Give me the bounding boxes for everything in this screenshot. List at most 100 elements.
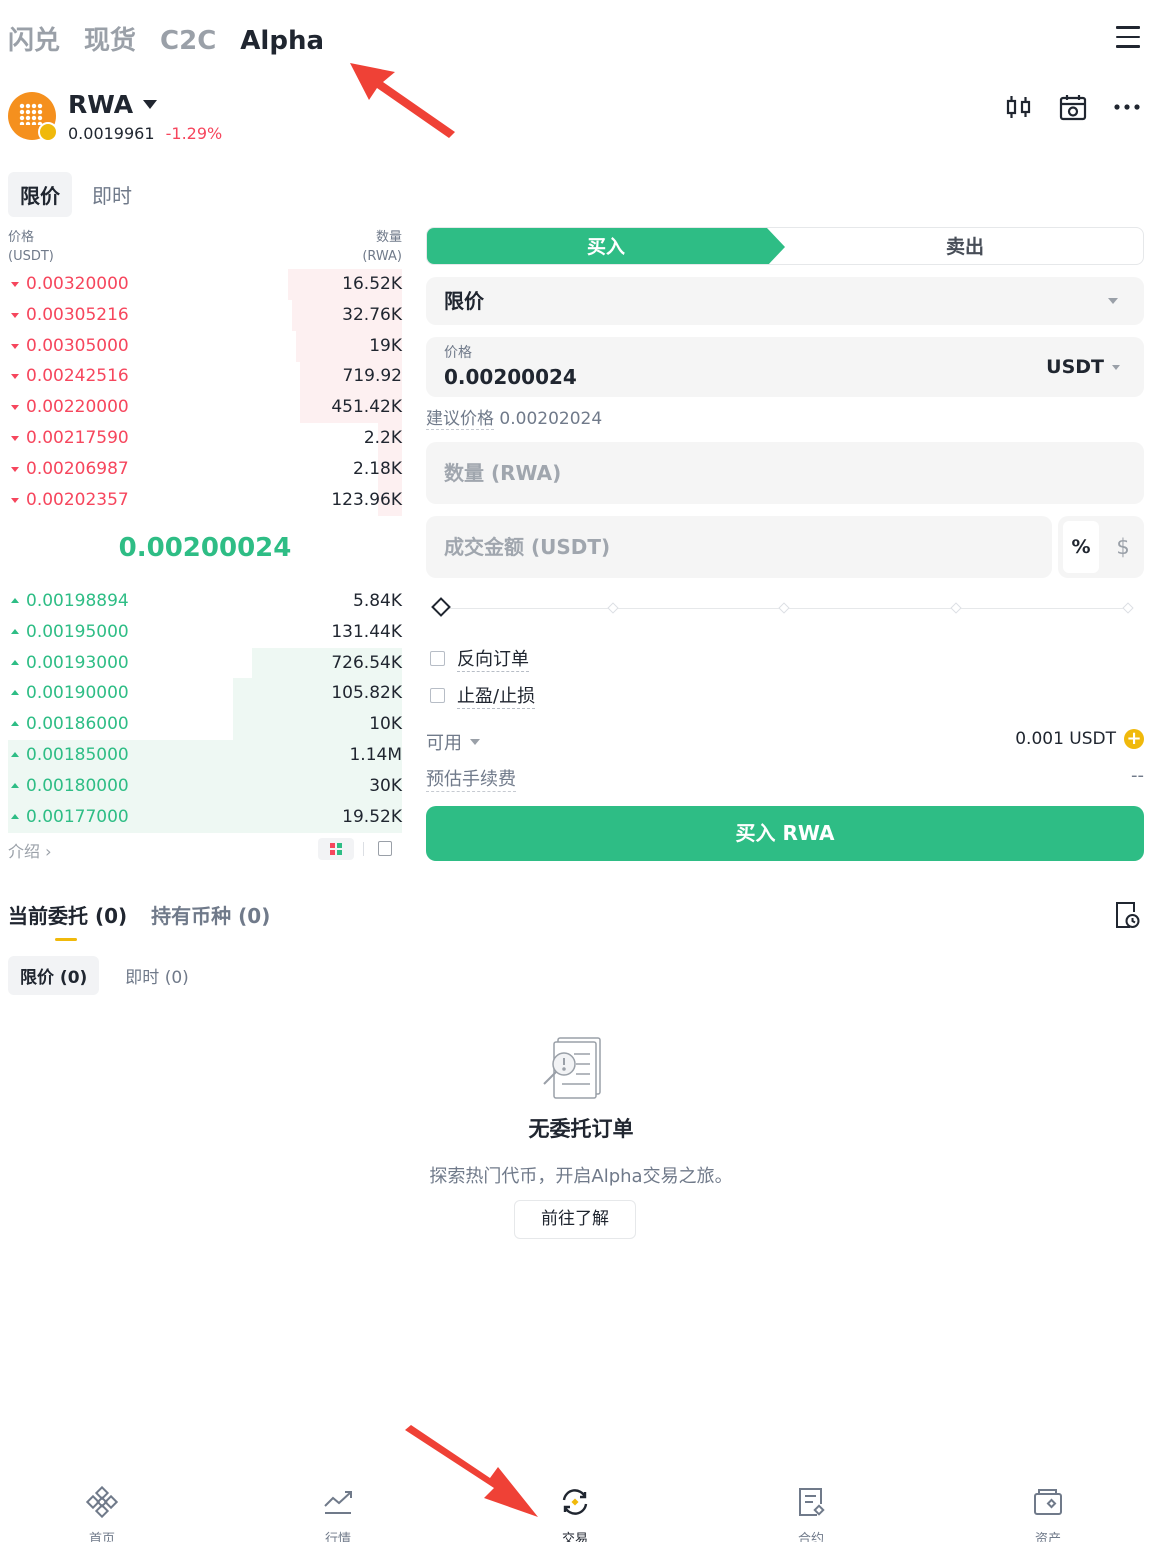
nav-home-label: 首页 [88,1532,115,1542]
order-price: 0.00220000 [26,397,129,418]
available-value-wrap: 0.001 USDT + [1015,729,1144,749]
suggested-price[interactable]: 建议价格 0.00202024 [426,404,602,430]
nav-trade-label: 交易 [561,1532,588,1542]
price-input[interactable]: 价格 0.00200024 USDT [426,337,1144,397]
order-price: 0.00206987 [26,458,129,479]
chevron-down-icon [470,739,480,745]
more-icon[interactable] [1112,92,1142,122]
subtab-limit[interactable]: 限价 (0) [8,956,100,995]
order-history-icon[interactable] [1114,900,1140,930]
candlestick-chart-icon[interactable] [1004,92,1034,122]
order-price: 0.00305000 [26,335,129,356]
divider [363,842,364,856]
tab-open-orders[interactable]: 当前委托 (0) [8,900,127,941]
order-qty: 726.54K [331,652,402,673]
orderbook-mid-price[interactable]: 0.00200024 [8,533,402,563]
learn-more-button[interactable]: 前往了解 [514,1200,636,1239]
arrow-up-icon [11,721,19,727]
tab-alpha[interactable]: Alpha [240,26,324,56]
sell-tab[interactable]: 卖出 [785,228,1143,264]
suggested-price-label: 建议价格 [426,409,494,430]
slider-mark-25[interactable] [607,602,619,614]
bid-row[interactable]: 0.00185000 1.14M [8,740,402,771]
tab-spot[interactable]: 现货 [84,20,136,57]
orderbook-view-list-icon[interactable] [378,841,392,856]
tab-flash-swap[interactable]: 闪兑 [8,20,60,57]
fee-label[interactable]: 预估手续费 [426,765,516,792]
chevron-down-icon [1112,364,1120,370]
ask-row[interactable]: 0.00305000 19K [8,330,402,362]
slider-mark-100[interactable] [1122,602,1134,614]
bid-row[interactable]: 0.00195000 131.44K [8,617,402,648]
order-qty: 2.18K [353,458,402,479]
ask-row[interactable]: 0.00305216 32.76K [8,299,402,331]
ask-row[interactable]: 0.00202357 123.96K [8,484,402,516]
ask-row[interactable]: 0.00206987 2.18K [8,453,402,485]
orders-tabs: 当前委托 (0) 持有币种 (0) [8,900,270,941]
slider-mark-50[interactable] [778,602,790,614]
tp-sl-checkbox[interactable]: 止盈/止损 [430,682,536,709]
bid-row[interactable]: 0.00198894 5.84K [8,586,402,617]
tab-c2c[interactable]: C2C [160,26,216,56]
arrow-down-icon [11,282,19,287]
buy-submit-button[interactable]: 买入 RWA [426,806,1144,861]
nav-futures-label: 合约 [797,1532,824,1542]
arrow-down-icon [11,497,19,503]
nav-futures[interactable]: 合约 [751,1486,871,1542]
ask-row[interactable]: 0.00242516 719.92 [8,361,402,393]
ask-row[interactable]: 0.00320000 16.52K [8,269,402,300]
price-input-value[interactable]: 0.00200024 [444,365,577,389]
amount-input[interactable]: 成交金额 (USDT) [426,516,1052,578]
arrow-up-icon [11,752,19,757]
order-price: 0.00202357 [26,489,129,510]
token-selector[interactable]: RWA [68,90,158,119]
arrow-up-icon [11,690,19,696]
bsc-chain-icon [38,122,58,142]
price-unit-select[interactable]: USDT [1046,356,1120,378]
slider-handle[interactable] [431,597,451,617]
order-qty: 1.14M [349,745,402,765]
reverse-order-checkbox[interactable]: 反向订单 [430,645,529,672]
orders-subtabs: 限价 (0) 即时 (0) [8,956,201,995]
wallet-icon [1032,1486,1064,1518]
buy-tab[interactable]: 买入 [427,228,785,264]
chevron-down-icon [1108,298,1118,304]
qty-column: 数量 (RWA) [362,228,402,266]
menu-icon[interactable] [1116,26,1140,48]
arrow-up-icon [11,628,19,634]
bid-row[interactable]: 0.00180000 30K [8,770,402,802]
nav-assets[interactable]: 资产 [988,1486,1108,1542]
order-price: 0.00190000 [26,683,129,704]
quantity-input[interactable]: 数量 (RWA) [426,442,1144,504]
ask-row[interactable]: 0.00220000 451.42K [8,392,402,424]
intro-link[interactable]: 介绍 › [8,838,52,862]
arrow-up-icon [11,659,19,665]
dollar-mode-button[interactable]: $ [1108,521,1138,573]
nav-markets[interactable]: 行情 [278,1486,398,1542]
alpha-calendar-icon[interactable] [1058,92,1088,122]
amount-slider[interactable] [431,597,1134,618]
tab-holdings[interactable]: 持有币种 (0) [151,900,270,929]
nav-home[interactable]: 首页 [42,1485,162,1542]
tab-limit[interactable]: 限价 [8,172,72,217]
bid-row[interactable]: 0.00186000 10K [8,709,402,741]
order-type-select[interactable]: 限价 [426,277,1144,325]
bid-row[interactable]: 0.00193000 726.54K [8,647,402,679]
orderbook-view-both-icon[interactable] [318,838,354,860]
arrow-down-icon [11,436,19,441]
bid-row[interactable]: 0.00177000 19.52K [8,801,402,833]
token-price: 0.0019961 [68,124,155,143]
qty-column-unit: (RWA) [362,249,402,264]
tab-instant[interactable]: 即时 [80,172,144,217]
available-label-wrap[interactable]: 可用 [426,729,480,755]
ask-row[interactable]: 0.00217590 2.2K [8,423,402,454]
slider-mark-75[interactable] [950,602,962,614]
nav-assets-label: 资产 [1034,1532,1061,1542]
arrow-down-icon [11,405,19,411]
order-qty: 451.42K [331,397,402,418]
bid-row[interactable]: 0.00190000 105.82K [8,678,402,710]
percent-mode-button[interactable]: % [1063,521,1099,573]
subtab-instant[interactable]: 即时 (0) [113,956,200,995]
order-qty: 131.44K [331,621,402,642]
add-funds-icon[interactable]: + [1124,729,1144,749]
